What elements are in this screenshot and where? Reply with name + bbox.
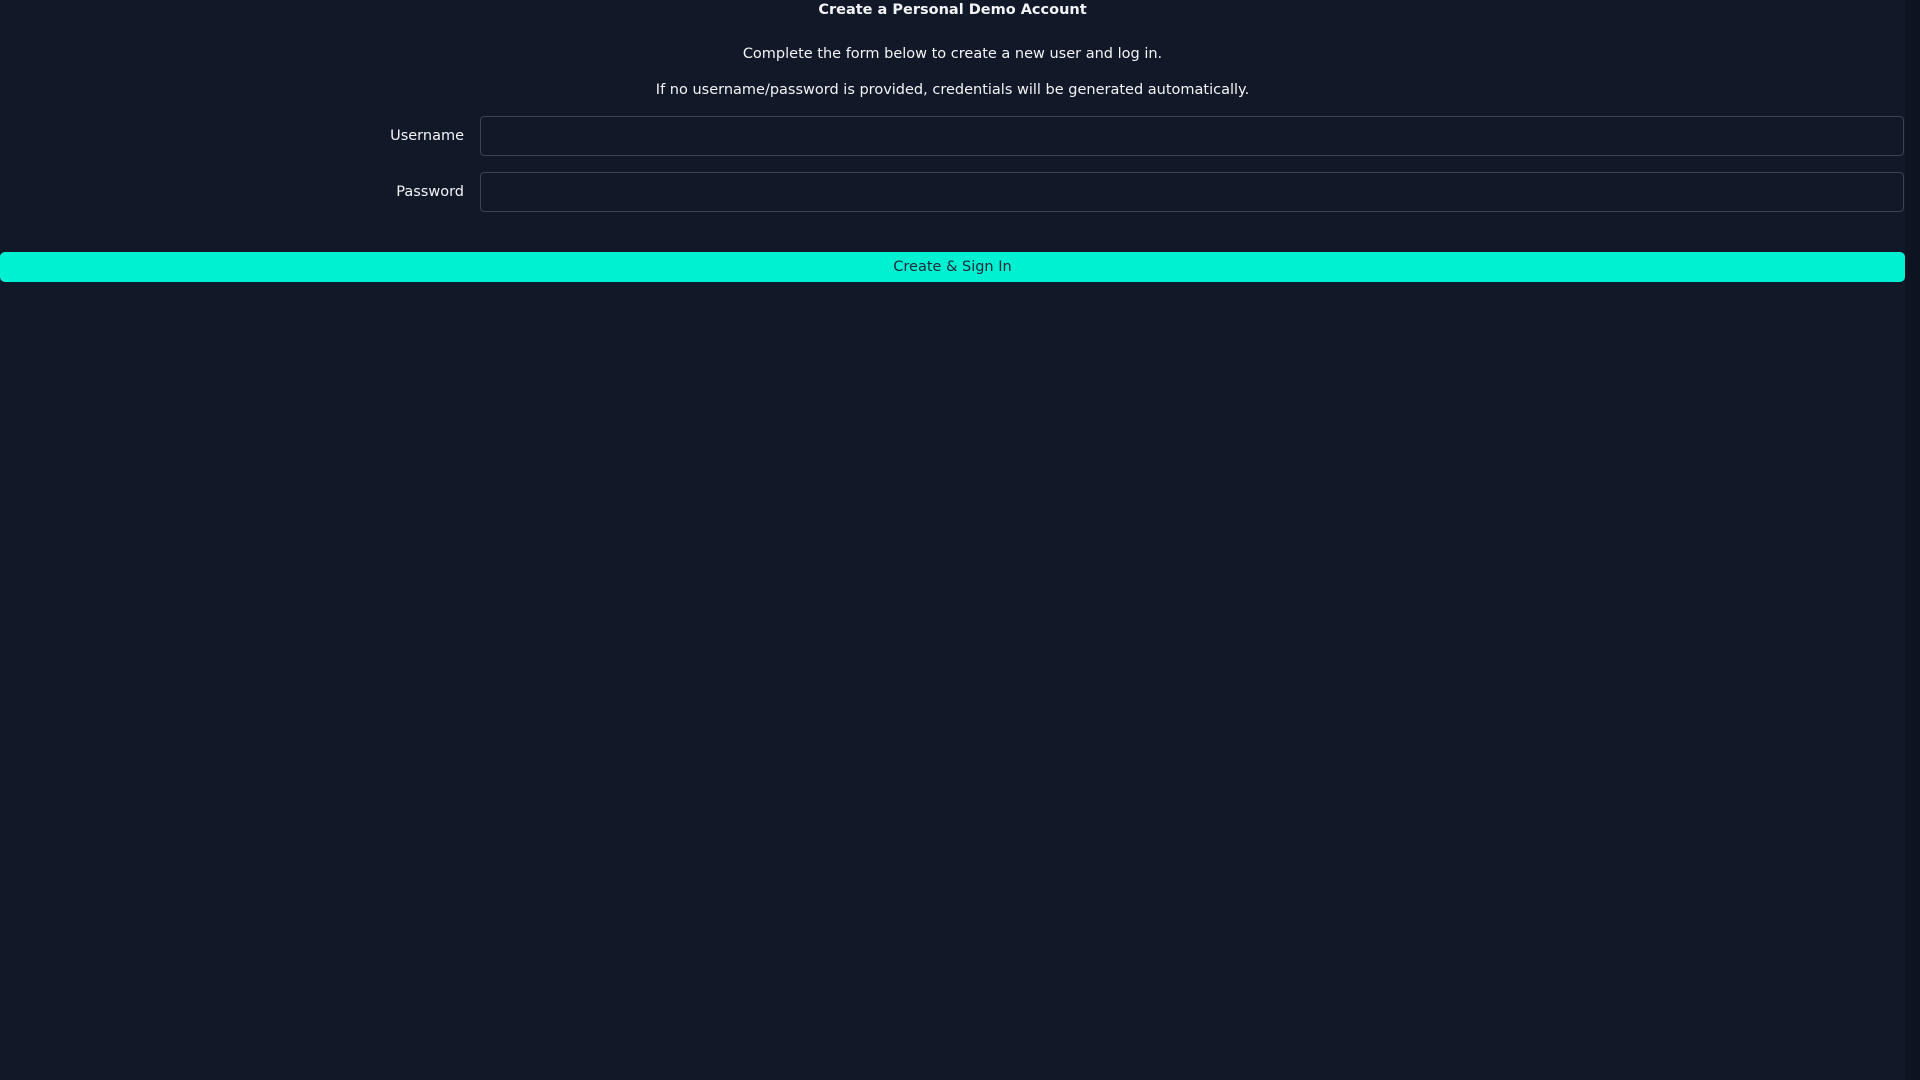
password-input[interactable] [480,172,1904,212]
intro-text-auto-credentials: If no username/password is provided, cre… [655,82,1250,98]
vertical-scrollbar[interactable] [1905,0,1920,1080]
username-input[interactable] [480,116,1904,156]
username-label: Username [390,128,464,144]
intro-text-instructions: Complete the form below to create a new … [742,46,1163,62]
page-title: Create a Personal Demo Account [818,2,1087,18]
signup-form-container: Create a Personal Demo Account Complete … [0,0,1905,1080]
password-label: Password [396,184,464,200]
page: Create a Personal Demo Account Complete … [0,0,1920,1080]
create-and-sign-in-button[interactable]: Create & Sign In [0,252,1905,282]
